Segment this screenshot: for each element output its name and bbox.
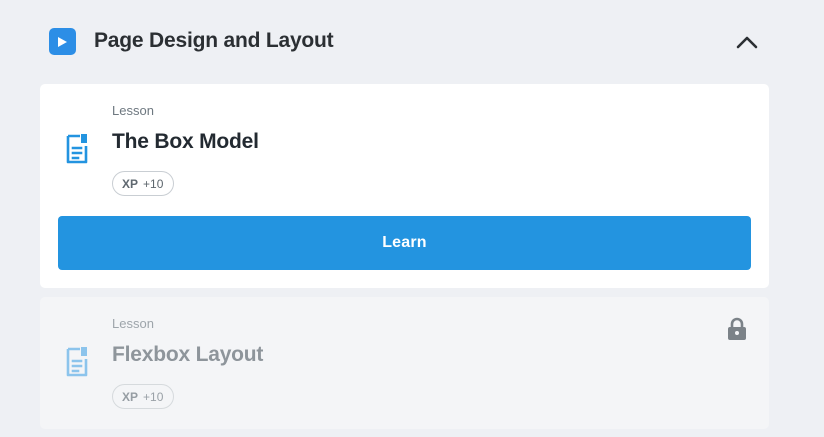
learn-button[interactable]: Learn bbox=[58, 216, 751, 270]
play-icon bbox=[49, 28, 76, 55]
xp-label: XP bbox=[122, 389, 139, 404]
document-icon bbox=[64, 347, 90, 377]
document-icon bbox=[64, 134, 90, 164]
lesson-title: Flexbox Layout bbox=[112, 343, 264, 366]
lesson-kind-label: Lesson bbox=[112, 103, 154, 118]
chevron-up-icon[interactable] bbox=[732, 28, 762, 56]
lesson-card-box-model[interactable]: Lesson The Box Model XP +10 Learn bbox=[40, 84, 769, 288]
section-title: Page Design and Layout bbox=[94, 29, 334, 52]
xp-value: +10 bbox=[143, 389, 164, 404]
lesson-kind-label: Lesson bbox=[112, 316, 154, 331]
lock-icon bbox=[726, 317, 748, 341]
section-header[interactable]: Page Design and Layout bbox=[49, 22, 769, 62]
xp-badge: XP +10 bbox=[112, 171, 175, 196]
lesson-card-flexbox-layout: Lesson Flexbox Layout XP +10 bbox=[40, 297, 769, 429]
xp-label: XP bbox=[122, 176, 139, 191]
xp-badge: XP +10 bbox=[112, 384, 175, 409]
lesson-title: The Box Model bbox=[112, 130, 259, 153]
xp-value: +10 bbox=[143, 176, 164, 191]
